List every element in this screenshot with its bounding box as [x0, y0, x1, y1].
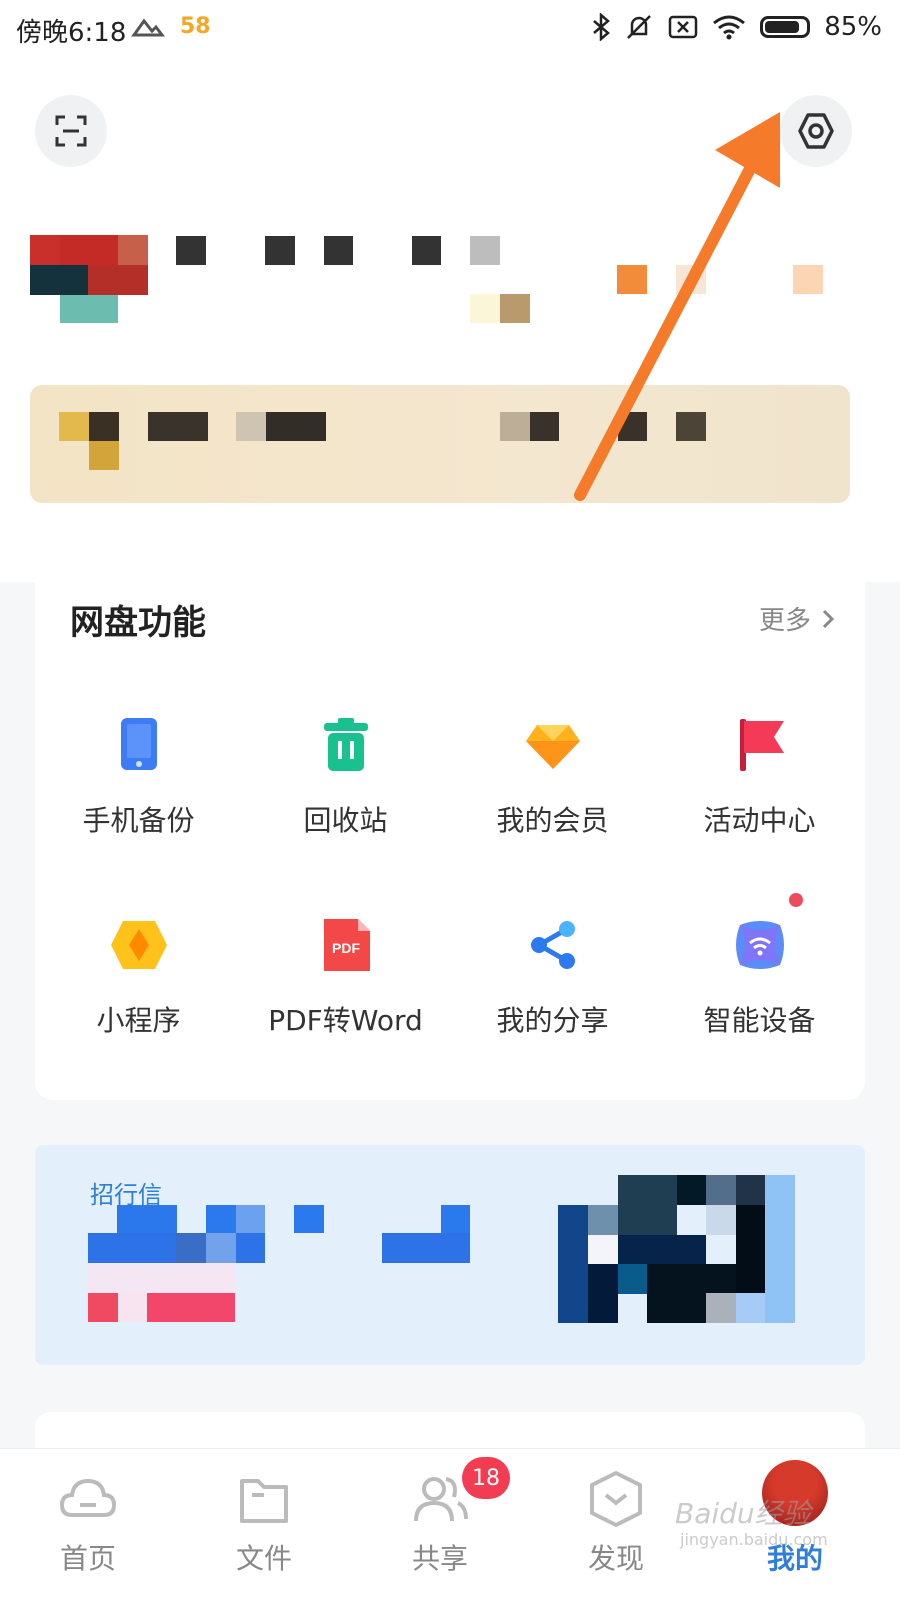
- nav-label: 文件: [235, 1542, 292, 1575]
- recycle-bin-icon: [323, 718, 368, 771]
- function-pdf-to-word[interactable]: PDF PDF转Word: [242, 915, 449, 1065]
- watermark: Baidu经验: [675, 1497, 811, 1530]
- battery-percent: 85%: [824, 12, 882, 42]
- more-label: 更多: [758, 606, 811, 636]
- cloud-icon: [59, 1478, 117, 1517]
- function-recycle-bin[interactable]: 回收站: [242, 715, 449, 865]
- nav-label: 首页: [59, 1542, 116, 1575]
- function-my-share[interactable]: 我的分享: [449, 915, 656, 1065]
- svg-text:PDF: PDF: [332, 940, 360, 956]
- battery-fill: [765, 21, 799, 33]
- nav-discover[interactable]: 发现: [556, 1469, 676, 1577]
- nav-home[interactable]: 首页: [28, 1469, 148, 1577]
- function-label: 小程序: [96, 1004, 181, 1037]
- pdf-icon: PDF: [323, 919, 370, 971]
- function-smart-device[interactable]: 智能设备: [656, 893, 863, 1065]
- vip-banner[interactable]: [30, 385, 850, 503]
- bluetooth-icon: [593, 13, 611, 41]
- function-phone-backup[interactable]: 手机备份: [35, 715, 242, 865]
- flag-icon: [739, 719, 784, 771]
- discover-icon: [590, 1471, 642, 1527]
- mini-program-icon: [110, 921, 167, 969]
- share-badge: 18: [462, 1457, 510, 1499]
- function-card: 网盘功能 更多 手机备份 回收站 我的会员 活动中心 小程序 PDF PDF转W…: [35, 560, 865, 1100]
- promo-banner[interactable]: 招行信: [35, 1145, 865, 1365]
- nav-label: 发现: [587, 1542, 644, 1575]
- function-label: 我的分享: [496, 1004, 609, 1037]
- function-label: 回收站: [303, 804, 388, 837]
- people-icon: [414, 1477, 468, 1522]
- notification-dot: [788, 893, 803, 907]
- function-label: 活动中心: [703, 804, 816, 837]
- function-label: 我的会员: [496, 804, 609, 837]
- vip-diamond-icon: [525, 725, 580, 769]
- card-title: 网盘功能: [70, 603, 206, 643]
- cloud-mountain-icon: [131, 18, 165, 36]
- nav-label: 共享: [411, 1542, 468, 1575]
- function-mini-program[interactable]: 小程序: [35, 915, 242, 1065]
- function-label: PDF转Word: [268, 1004, 423, 1037]
- folder-icon: [240, 1479, 288, 1523]
- share-icon: [530, 921, 575, 969]
- scan-button[interactable]: [35, 95, 107, 167]
- profile-header: [0, 62, 900, 582]
- nav-files[interactable]: 文件: [204, 1469, 324, 1577]
- more-link[interactable]: 更多: [759, 600, 835, 637]
- function-label: 手机备份: [82, 804, 195, 837]
- watermark-sub: jingyan.baidu.com: [680, 1530, 828, 1549]
- scan-icon: [55, 115, 87, 147]
- phone-backup-icon: [120, 718, 157, 770]
- function-label: 智能设备: [703, 1004, 816, 1037]
- chevron-right-icon: [822, 609, 835, 628]
- sim-off-icon: [668, 15, 698, 39]
- status-time: 傍晚6:18: [16, 18, 127, 48]
- status-bar: 傍晚6:18 58 85%: [0, 0, 900, 62]
- wifi-icon: [713, 15, 746, 40]
- function-vip[interactable]: 我的会员: [449, 715, 656, 865]
- app-58-icon: 58: [180, 14, 211, 39]
- settings-button[interactable]: [780, 95, 852, 167]
- status-left-icons: 58: [130, 14, 211, 39]
- settings-icon: [798, 113, 834, 149]
- mute-bell-icon: [627, 15, 652, 39]
- status-right: 85%: [592, 12, 882, 42]
- smart-device-icon: [735, 921, 784, 969]
- function-activity-center[interactable]: 活动中心: [656, 715, 863, 865]
- battery-icon: [760, 16, 811, 38]
